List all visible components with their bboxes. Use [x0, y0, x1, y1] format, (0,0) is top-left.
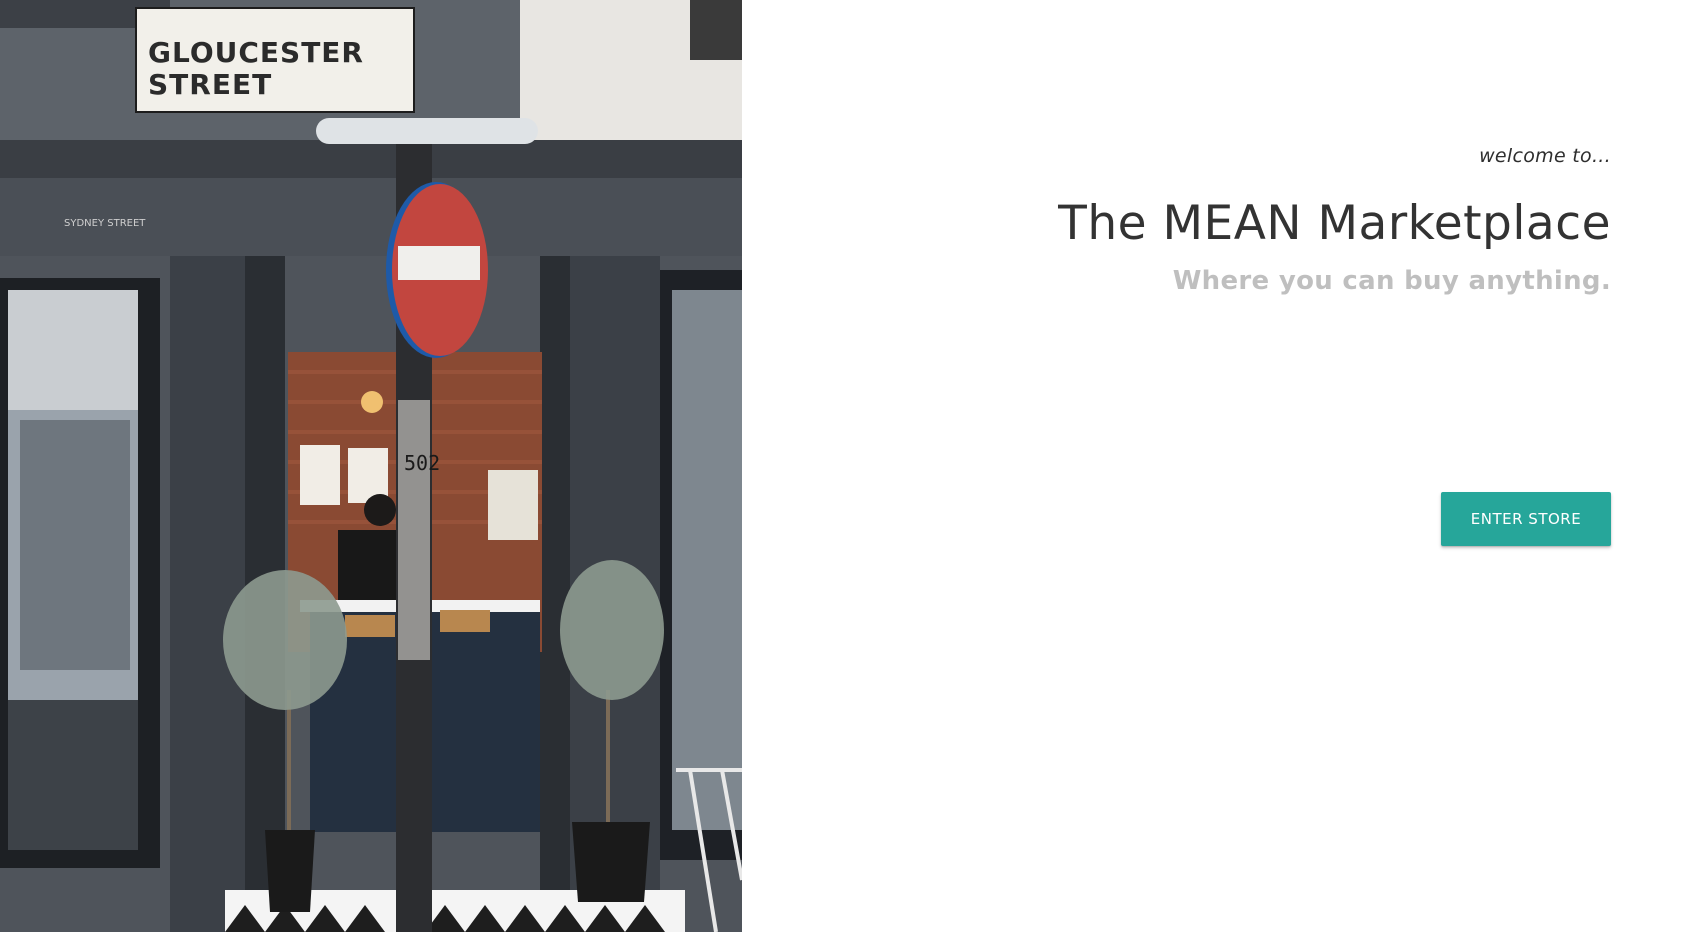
page-title: The MEAN Marketplace	[1058, 196, 1611, 251]
street-sign-line2: STREET	[148, 68, 272, 101]
welcome-text: welcome to...	[1479, 145, 1611, 167]
storefront-photo: GLOUCESTER STREET SYDNEY STREET 502	[0, 0, 742, 932]
page-subtitle: Where you can buy anything.	[1172, 266, 1611, 296]
welcome-panel: welcome to... The MEAN Marketplace Where…	[742, 0, 1696, 932]
shop-sign-text: SYDNEY STREET	[64, 218, 146, 229]
no-entry-sign	[386, 182, 488, 358]
enter-store-button[interactable]: ENTER STORE	[1441, 492, 1611, 546]
street-sign: GLOUCESTER STREET	[135, 7, 415, 113]
storefront-illustration: GLOUCESTER STREET SYDNEY STREET 502	[0, 0, 742, 932]
pole-number: 502	[404, 451, 440, 475]
street-sign-line1: GLOUCESTER	[148, 36, 364, 69]
landing-page: GLOUCESTER STREET SYDNEY STREET 502 welc…	[0, 0, 1696, 932]
